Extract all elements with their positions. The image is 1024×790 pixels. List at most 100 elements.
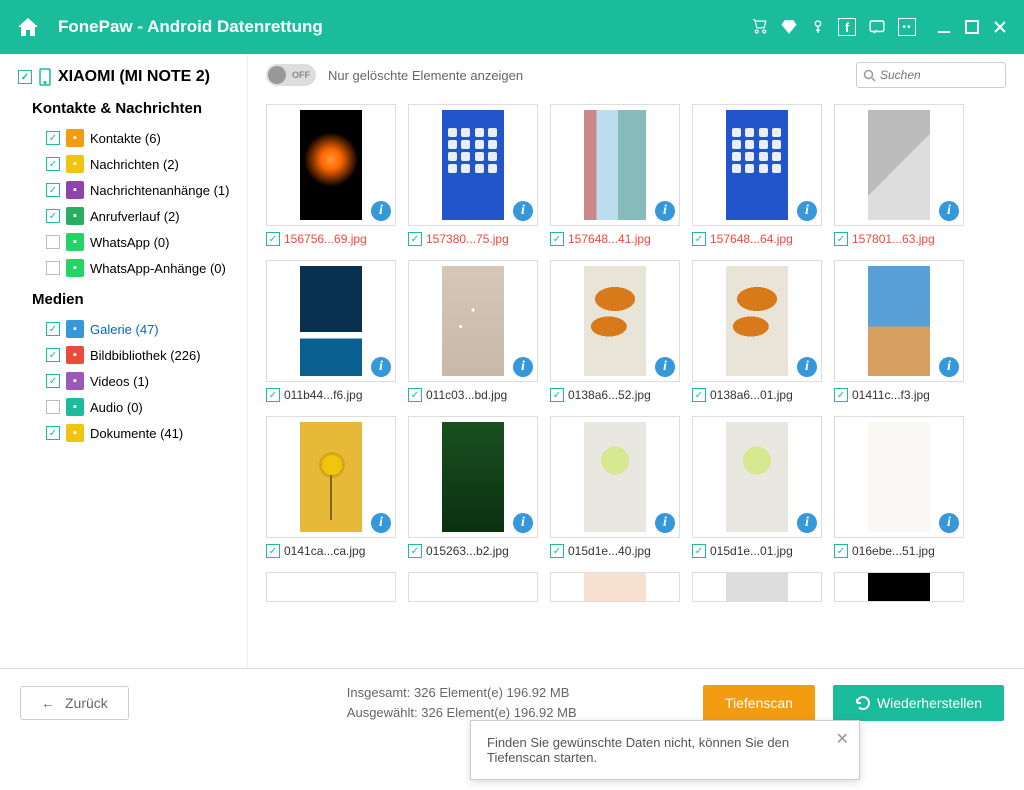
maximize-icon[interactable] xyxy=(964,19,980,35)
close-icon[interactable]: ✕ xyxy=(836,729,849,749)
search-input[interactable] xyxy=(880,68,999,82)
file-checkbox[interactable]: ✓ xyxy=(692,388,706,402)
sidebar-item-videos[interactable]: ✓ ▪ Videos (1) xyxy=(18,368,237,394)
gallery-grid[interactable]: i i i i i✓156756...69.jpg✓157380...75.jp… xyxy=(248,96,1024,668)
file-name[interactable]: ✓01411c...f3.jpg xyxy=(834,388,964,402)
gallery-thumb[interactable]: i xyxy=(692,416,822,538)
sidebar-item-whatsapp-anhänge[interactable]: ✓ ▪ WhatsApp-Anhänge (0) xyxy=(18,255,237,281)
diamond-icon[interactable] xyxy=(780,18,798,36)
info-icon[interactable]: i xyxy=(655,357,675,377)
info-icon[interactable]: i xyxy=(371,513,391,533)
sidebar-item-galerie[interactable]: ✓ ▪ Galerie (47) xyxy=(18,316,237,342)
cart-icon[interactable] xyxy=(750,18,768,36)
file-checkbox[interactable]: ✓ xyxy=(266,232,280,246)
file-name[interactable]: ✓011b44...f6.jpg xyxy=(266,388,396,402)
gallery-thumb[interactable]: i xyxy=(266,104,396,226)
gallery-thumb[interactable]: i xyxy=(550,416,680,538)
file-checkbox[interactable]: ✓ xyxy=(266,544,280,558)
file-checkbox[interactable]: ✓ xyxy=(692,232,706,246)
info-icon[interactable]: i xyxy=(513,513,533,533)
item-checkbox[interactable]: ✓ xyxy=(46,261,60,275)
item-checkbox[interactable]: ✓ xyxy=(46,348,60,362)
info-icon[interactable]: i xyxy=(797,513,817,533)
file-checkbox[interactable]: ✓ xyxy=(550,544,564,558)
file-name[interactable]: ✓0138a6...52.jpg xyxy=(550,388,680,402)
sidebar-item-whatsapp[interactable]: ✓ ▪ WhatsApp (0) xyxy=(18,229,237,255)
item-checkbox[interactable]: ✓ xyxy=(46,374,60,388)
gallery-thumb[interactable]: i xyxy=(834,104,964,226)
sidebar-item-bildbibliothek[interactable]: ✓ ▪ Bildbibliothek (226) xyxy=(18,342,237,368)
facebook-icon[interactable]: f xyxy=(838,18,856,36)
file-name[interactable]: ✓157801...63.jpg xyxy=(834,232,964,246)
file-checkbox[interactable]: ✓ xyxy=(266,388,280,402)
deleted-only-toggle[interactable]: OFF xyxy=(266,64,316,86)
gallery-thumb[interactable] xyxy=(834,572,964,602)
feedback-icon[interactable] xyxy=(868,18,886,36)
file-name[interactable]: ✓015d1e...01.jpg xyxy=(692,544,822,558)
device-checkbox[interactable]: ✓ xyxy=(18,70,32,84)
info-icon[interactable]: i xyxy=(797,201,817,221)
file-checkbox[interactable]: ✓ xyxy=(408,544,422,558)
file-name[interactable]: ✓015263...b2.jpg xyxy=(408,544,538,558)
file-name[interactable]: ✓0138a6...01.jpg xyxy=(692,388,822,402)
home-icon[interactable] xyxy=(16,15,40,39)
deepscan-button[interactable]: Tiefenscan xyxy=(703,685,815,721)
search-box[interactable] xyxy=(856,62,1006,88)
file-checkbox[interactable]: ✓ xyxy=(550,232,564,246)
info-icon[interactable]: i xyxy=(371,201,391,221)
gallery-thumb[interactable]: i xyxy=(550,104,680,226)
file-checkbox[interactable]: ✓ xyxy=(408,232,422,246)
info-icon[interactable]: i xyxy=(939,201,959,221)
back-button[interactable]: ← Zurück xyxy=(20,686,129,720)
file-checkbox[interactable]: ✓ xyxy=(834,232,848,246)
gallery-thumb[interactable]: i xyxy=(834,260,964,382)
more-icon[interactable]: •• xyxy=(898,18,916,36)
sidebar-item-audio[interactable]: ✓ ▪ Audio (0) xyxy=(18,394,237,420)
item-checkbox[interactable]: ✓ xyxy=(46,400,60,414)
info-icon[interactable]: i xyxy=(939,357,959,377)
item-checkbox[interactable]: ✓ xyxy=(46,131,60,145)
gallery-thumb[interactable]: i xyxy=(266,416,396,538)
file-name[interactable]: ✓156756...69.jpg xyxy=(266,232,396,246)
sidebar-item-kontakte[interactable]: ✓ ▪ Kontakte (6) xyxy=(18,125,237,151)
gallery-thumb[interactable]: i xyxy=(834,416,964,538)
gallery-thumb[interactable] xyxy=(692,572,822,602)
info-icon[interactable]: i xyxy=(513,201,533,221)
file-name[interactable]: ✓0141ca...ca.jpg xyxy=(266,544,396,558)
info-icon[interactable]: i xyxy=(371,357,391,377)
sidebar-item-nachrichten[interactable]: ✓ ▪ Nachrichten (2) xyxy=(18,151,237,177)
device-row[interactable]: ✓ XIAOMI (MI NOTE 2) xyxy=(18,68,237,86)
sidebar-item-anrufverlauf[interactable]: ✓ ▪ Anrufverlauf (2) xyxy=(18,203,237,229)
recover-button[interactable]: Wiederherstellen xyxy=(833,685,1004,721)
gallery-thumb[interactable]: i xyxy=(266,260,396,382)
item-checkbox[interactable]: ✓ xyxy=(46,235,60,249)
gallery-thumb[interactable]: i xyxy=(550,260,680,382)
file-name[interactable]: ✓157648...64.jpg xyxy=(692,232,822,246)
file-checkbox[interactable]: ✓ xyxy=(550,388,564,402)
sidebar-item-dokumente[interactable]: ✓ ▪ Dokumente (41) xyxy=(18,420,237,446)
minimize-icon[interactable] xyxy=(936,19,952,35)
file-checkbox[interactable]: ✓ xyxy=(834,544,848,558)
sidebar-item-nachrichtenanhänge[interactable]: ✓ ▪ Nachrichtenanhänge (1) xyxy=(18,177,237,203)
gallery-thumb[interactable] xyxy=(408,572,538,602)
item-checkbox[interactable]: ✓ xyxy=(46,322,60,336)
info-icon[interactable]: i xyxy=(939,513,959,533)
file-name[interactable]: ✓157648...41.jpg xyxy=(550,232,680,246)
key-icon[interactable] xyxy=(810,18,826,36)
gallery-thumb[interactable]: i xyxy=(408,104,538,226)
file-checkbox[interactable]: ✓ xyxy=(834,388,848,402)
file-checkbox[interactable]: ✓ xyxy=(692,544,706,558)
item-checkbox[interactable]: ✓ xyxy=(46,183,60,197)
gallery-thumb[interactable]: i xyxy=(408,260,538,382)
file-name[interactable]: ✓011c03...bd.jpg xyxy=(408,388,538,402)
info-icon[interactable]: i xyxy=(655,201,675,221)
gallery-thumb[interactable]: i xyxy=(692,260,822,382)
gallery-thumb[interactable]: i xyxy=(408,416,538,538)
gallery-thumb[interactable]: i xyxy=(692,104,822,226)
close-icon[interactable] xyxy=(992,19,1008,35)
item-checkbox[interactable]: ✓ xyxy=(46,209,60,223)
gallery-thumb[interactable] xyxy=(550,572,680,602)
file-checkbox[interactable]: ✓ xyxy=(408,388,422,402)
item-checkbox[interactable]: ✓ xyxy=(46,157,60,171)
item-checkbox[interactable]: ✓ xyxy=(46,426,60,440)
